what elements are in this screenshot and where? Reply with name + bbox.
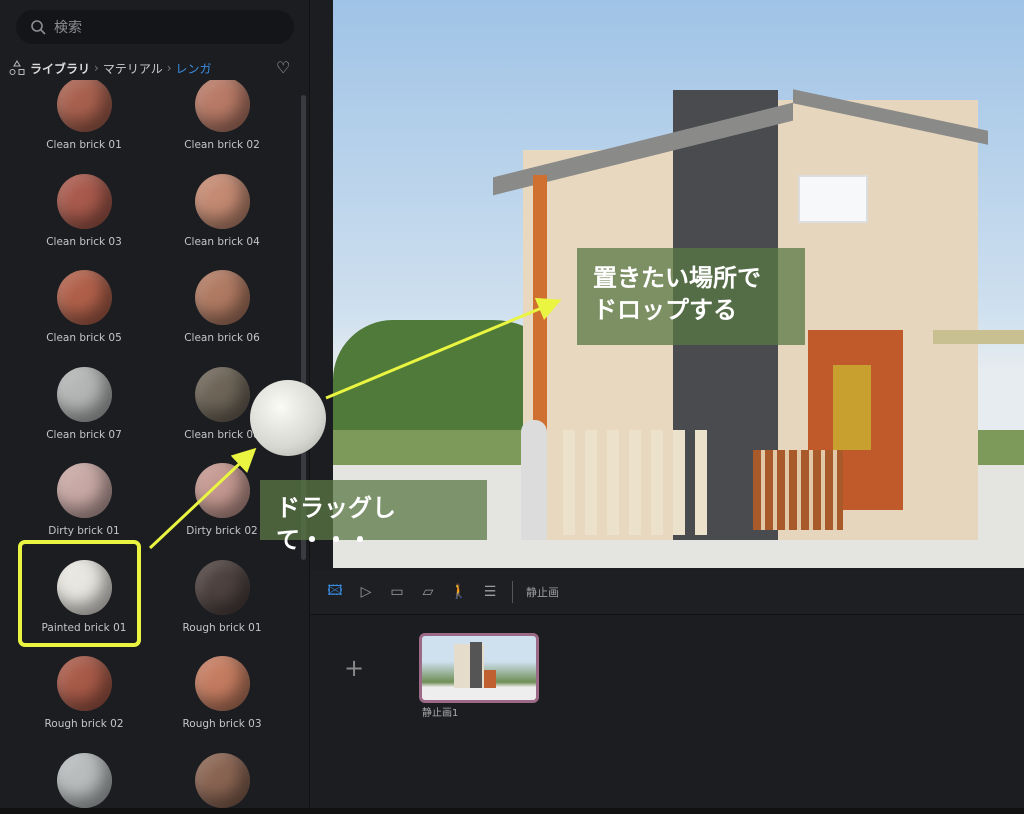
door-panel — [833, 365, 871, 450]
material-item[interactable]: Rough brick 01 — [153, 559, 291, 634]
thumbnail-column — [470, 642, 482, 688]
timeline-panel: + 静止画1 — [310, 616, 1024, 808]
breadcrumb-material[interactable]: マテリアル — [103, 60, 163, 77]
material-sphere — [194, 80, 250, 132]
fence — [563, 430, 713, 535]
material-sphere — [56, 463, 112, 518]
material-label: Clean brick 06 — [184, 332, 260, 344]
video-icon[interactable]: ▷ — [357, 584, 375, 600]
material-item[interactable]: Clean brick 06 — [153, 270, 291, 344]
material-sphere — [194, 559, 250, 615]
material-sphere — [56, 270, 112, 325]
material-sphere — [194, 270, 250, 325]
layers-icon[interactable]: ▱ — [419, 584, 437, 600]
material-sphere — [56, 656, 112, 711]
pillar — [533, 175, 547, 435]
chevron-right-icon: › — [94, 61, 99, 75]
material-item[interactable] — [153, 752, 291, 814]
material-sphere — [194, 752, 250, 808]
person-silhouette — [521, 420, 547, 540]
material-item[interactable]: Clean brick 05 — [15, 270, 153, 344]
breadcrumb-brick[interactable]: レンガ — [176, 60, 212, 77]
library-icon — [9, 60, 25, 75]
search-icon — [31, 20, 46, 35]
material-sphere — [56, 80, 112, 132]
breadcrumb-library[interactable]: ライブラリ — [30, 60, 90, 77]
dragged-material-sphere[interactable] — [250, 380, 326, 456]
material-sphere — [56, 173, 112, 229]
material-sphere — [194, 656, 250, 711]
material-grid: Clean brick 01 Clean brick 02 Clean brick … — [0, 80, 300, 814]
material-sphere — [194, 366, 250, 422]
search-input[interactable]: 検索 — [16, 10, 294, 44]
drag-callout: ドラッグして・・・ — [260, 480, 487, 554]
material-label: Clean brick 04 — [184, 235, 260, 248]
material-sphere — [194, 173, 250, 229]
breadcrumb: ライブラリ › マテリアル › レンガ — [8, 58, 298, 78]
still-thumbnail[interactable] — [419, 633, 539, 703]
material-item[interactable]: Rough brick 02 — [15, 656, 153, 730]
material-sphere — [194, 463, 250, 518]
material-item[interactable]: Clean brick 01 — [15, 80, 153, 151]
window — [798, 175, 868, 223]
walk-icon[interactable]: 🚶 — [450, 584, 468, 600]
material-label: Clean brick 03 — [46, 235, 122, 248]
carport-roof — [933, 330, 1024, 344]
bottom-bar — [0, 808, 1024, 814]
divider — [512, 581, 513, 603]
material-item[interactable]: Clean brick 03 — [15, 173, 153, 248]
material-label: Rough brick 03 — [182, 718, 262, 730]
favorite-heart-icon[interactable]: ♡ — [276, 58, 290, 77]
thumbnail-door — [484, 670, 496, 688]
drop-callout: 置きたい場所で ドロップする — [577, 248, 805, 345]
material-item[interactable]: Dirty brick 01 — [15, 463, 153, 537]
material-item[interactable]: Rough brick 03 — [153, 656, 291, 730]
material-sphere — [56, 366, 112, 422]
material-label: Rough brick 01 — [182, 621, 262, 634]
material-label: Rough brick 02 — [44, 718, 124, 730]
material-sphere — [56, 752, 112, 808]
material-label: Clean brick 02 — [184, 139, 260, 151]
material-label: Dirty brick 01 — [48, 525, 120, 537]
thumbnail-label: 静止画1 — [422, 708, 459, 719]
chevron-right-icon: › — [166, 61, 172, 75]
image-icon[interactable]: 🖾 — [326, 580, 344, 604]
material-item[interactable] — [15, 752, 153, 814]
material-label: Clean brick 07 — [46, 428, 122, 441]
material-item[interactable]: Clean brick 02 — [153, 80, 291, 151]
wooden-gate — [753, 450, 843, 530]
material-label: Clean brick 01 — [46, 139, 122, 151]
stack-icon[interactable]: ☰ — [481, 584, 499, 600]
view-mode-toolbar: 🖾 ▷ ▭ ▱ 🚶 ☰ 静止画 — [310, 570, 1024, 615]
panorama-icon[interactable]: ▭ — [388, 584, 406, 600]
search-placeholder: 検索 — [54, 20, 82, 36]
selection-highlight — [18, 540, 141, 647]
material-item[interactable]: Clean brick 07 — [15, 366, 153, 441]
mode-label: 静止画 — [526, 586, 559, 599]
material-item[interactable]: Clean brick 04 — [153, 173, 291, 248]
material-label: Clean brick 05 — [46, 332, 122, 344]
add-icon[interactable]: + — [344, 654, 364, 682]
